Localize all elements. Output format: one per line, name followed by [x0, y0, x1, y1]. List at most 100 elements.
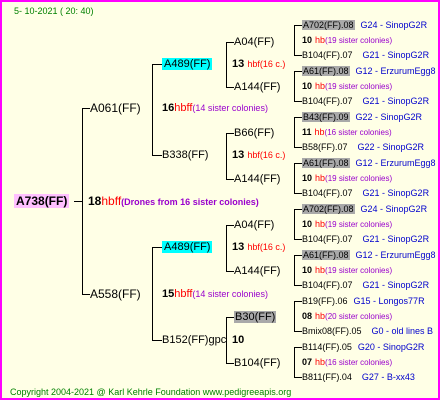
gen4-num: 10 [302, 219, 313, 229]
connector [294, 25, 295, 55]
gen4-hb: hb [315, 311, 326, 321]
gen4-queen: B43(FF).09 G22 - SinopG2R [302, 111, 422, 123]
gen4-info: 10 hb(19 sister colonies) [302, 172, 392, 185]
connector [152, 247, 162, 248]
gen4-info: 10 hb(19 sister colonies) [302, 34, 392, 47]
gen4-queen-source: G24 - SinopG2R [360, 204, 428, 214]
gen1-note: (14 sister colonies) [192, 103, 268, 113]
gen4-note: (19 sister colonies) [325, 36, 393, 45]
gen4-queen: A61(FF).08 G12 - ErzurumEgg8 [302, 249, 436, 261]
gen4-queen-source: G22 - SinopG2R [355, 112, 423, 122]
connector [226, 225, 227, 271]
gen3-name: B66(FF) [234, 127, 275, 139]
gen1-note: (14 sister colonies) [192, 289, 268, 299]
connector [152, 155, 162, 156]
gen2-num: 13 [232, 58, 245, 70]
gen3-queen: A144(FF) [234, 265, 280, 277]
connector [152, 247, 153, 340]
copyright: Copyright 2004-2021 @ Karl Kehrle Founda… [10, 387, 292, 397]
root-queen: A738(FF) [14, 194, 70, 208]
gen4-queen-source: G24 - SinopG2R [360, 20, 428, 30]
connector [152, 64, 162, 65]
gen4-drone-name: B104(FF).07 [302, 280, 353, 290]
gen4-note: (16 sister colonies) [325, 358, 393, 367]
gen2-num: 13 [232, 149, 245, 161]
gen4-note: (19 sister colonies) [325, 266, 393, 275]
connector [294, 377, 302, 378]
gen2-queen: B152(FF)gpc [162, 334, 226, 346]
connector [294, 347, 302, 348]
connector [226, 363, 234, 364]
connector [294, 101, 302, 102]
gen3-name: A04(FF) [234, 219, 275, 231]
gen1-queen: A558(FF) [90, 288, 141, 300]
gen2-name: A489(FF) [162, 241, 213, 253]
gen1-num: 16 [162, 102, 175, 114]
connector [294, 117, 295, 147]
connector [226, 317, 234, 318]
gen4-drone-source: G21 - SinopG2R [362, 280, 430, 290]
gen2-queen: A489(FF) [162, 241, 213, 253]
connector [226, 133, 227, 179]
gen4-drone: B104(FF).07 G21 - SinopG2R [302, 233, 429, 245]
gen1-info: 15hbff(14 sister colonies) [162, 288, 268, 300]
gen4-drone-source: G27 - B-xx43 [361, 372, 415, 382]
gen4-num: 07 [302, 357, 313, 367]
gen4-drone-source: G21 - SinopG2R [362, 188, 430, 198]
gen3-queen: B66(FF) [234, 127, 274, 139]
gen4-queen-source: G20 - SinopG2R [357, 342, 425, 352]
gen2-info: 10 [232, 334, 244, 346]
gen2-note: (16 c.) [259, 150, 286, 160]
connector [152, 340, 162, 341]
gen4-queen: A61(FF).08 G12 - ErzurumEgg8 [302, 65, 436, 77]
connector [226, 225, 234, 226]
gen4-queen: B19(FF).06 G15 - Longos77R [302, 295, 425, 307]
connector [226, 179, 234, 180]
gen4-drone-name: B811(FF).04 [302, 372, 352, 382]
gen4-num: 11 [302, 127, 312, 137]
gen4-queen-name: B114(FF).05 [302, 342, 352, 352]
gen4-drone-name: B104(FF).07 [302, 50, 353, 60]
connector [294, 71, 295, 101]
gen4-hb: hb [315, 357, 326, 367]
connector [294, 193, 302, 194]
gen1-hb: hbff [174, 288, 193, 300]
gen3-queen: A04(FF) [234, 219, 274, 231]
connector [294, 25, 302, 26]
gen4-drone-source: G21 - SinopG2R [362, 234, 430, 244]
gen4-drone-name: Bmix08(FF).05 [302, 326, 362, 336]
gen4-hb: hb [315, 265, 326, 275]
connector [82, 108, 83, 294]
gen4-drone-source: G21 - SinopG2R [362, 50, 430, 60]
gen3-queen: B30(FF) [234, 311, 277, 323]
gen4-num: 10 [302, 173, 313, 183]
gen4-drone-source: G21 - SinopG2R [362, 96, 430, 106]
gen4-queen: A702(FF).08 G24 - SinopG2R [302, 203, 427, 215]
gen4-queen-source: G12 - ErzurumEgg8 [355, 250, 436, 260]
gen4-drone: B58(FF).07 G22 - SinopG2R [302, 141, 424, 153]
gen4-info: 10 hb(19 sister colonies) [302, 264, 392, 277]
gen3-queen: A04(FF) [234, 36, 274, 48]
date-stamp: 5- 10-2021 ( 20: 40) [14, 6, 94, 16]
connector [294, 209, 295, 239]
gen3-name: B104(FF) [234, 357, 281, 369]
connector [294, 331, 302, 332]
gen3-name: B30(FF) [234, 311, 277, 323]
connector [294, 347, 295, 377]
gen2-queen: A489(FF) [162, 58, 213, 70]
gen4-drone: B104(FF).07 G21 - SinopG2R [302, 187, 429, 199]
gen4-hb: hb [314, 127, 325, 137]
gen4-note: (20 sister colonies) [325, 312, 393, 321]
gen1-num: 15 [162, 288, 175, 300]
gen4-hb: hb [315, 173, 326, 183]
gen3-name: A144(FF) [234, 81, 281, 93]
connector [294, 301, 295, 331]
gen4-queen-name: A702(FF).08 [302, 204, 355, 214]
gen2-name: B338(FF) [162, 149, 209, 161]
connector [152, 64, 153, 155]
gen4-queen-source: G12 - ErzurumEgg8 [355, 66, 436, 76]
root-note: (Drones from 16 sister colonies) [121, 197, 259, 207]
connector [294, 301, 302, 302]
connector [294, 55, 302, 56]
gen1-hb: hbff [174, 102, 193, 114]
